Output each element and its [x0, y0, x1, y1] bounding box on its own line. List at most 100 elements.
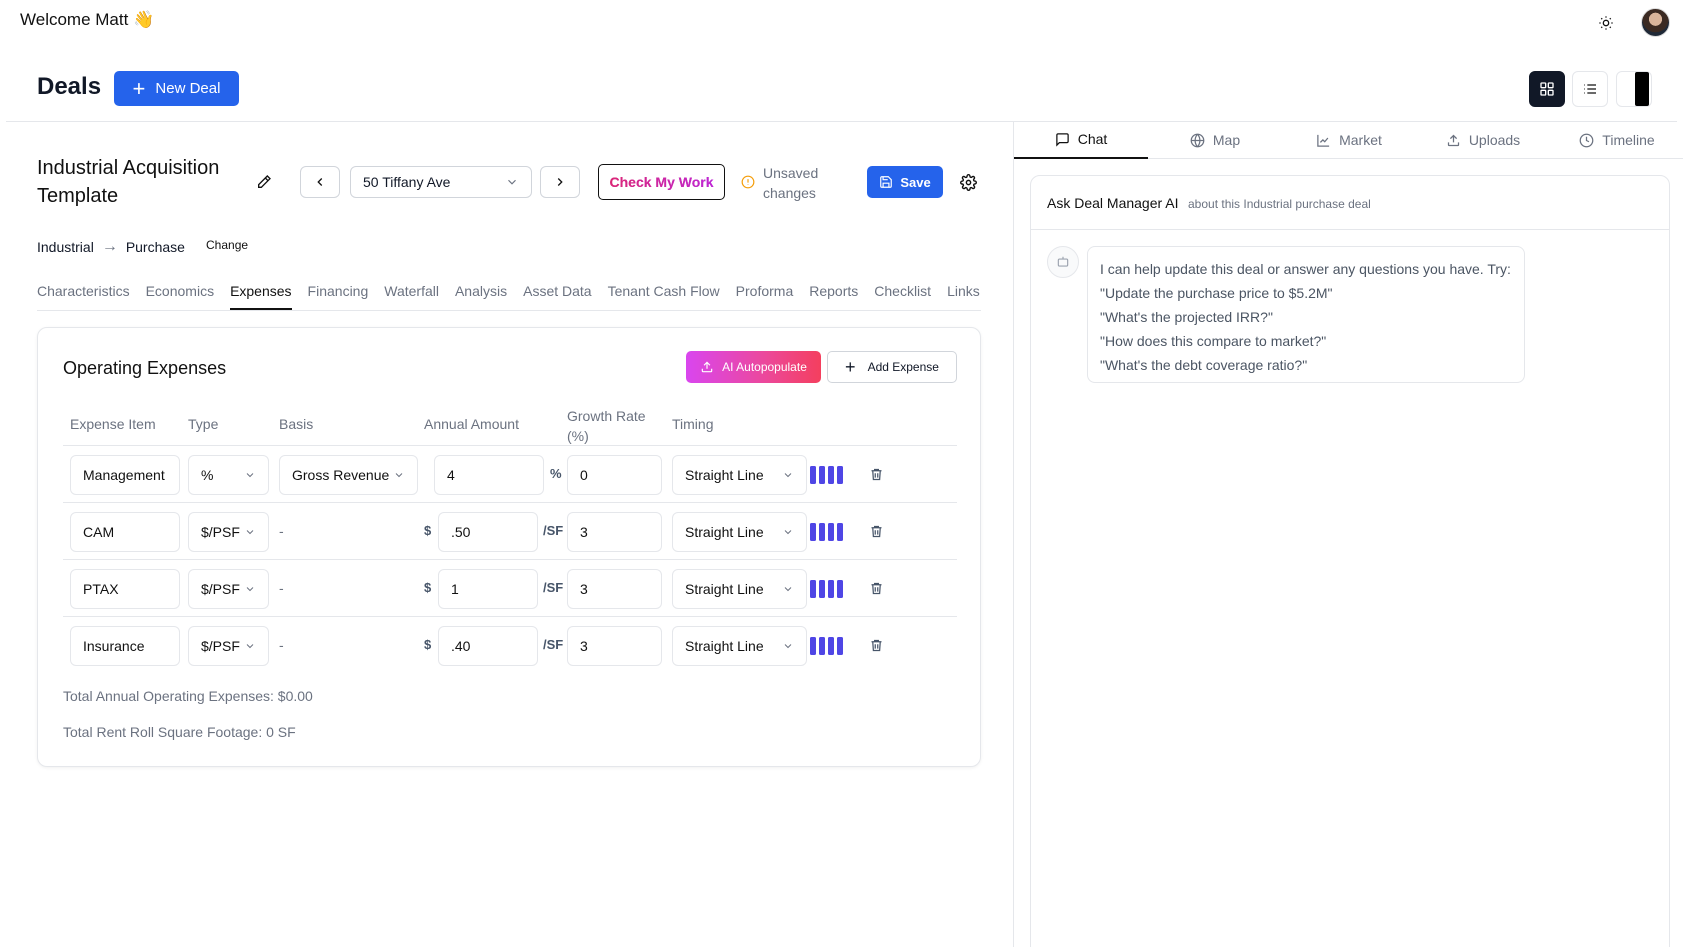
tab-financing[interactable]: Financing — [308, 283, 369, 310]
arrow-right-icon: → — [101, 238, 118, 255]
template-title: Industrial Acquisition Template — [37, 157, 220, 207]
growth-rate-input[interactable]: 0 — [567, 455, 662, 495]
suggestion-item[interactable]: "How does this compare to market?" — [1100, 329, 1512, 353]
prev-deal-button[interactable] — [300, 166, 340, 198]
assistant-intro: I can help update this deal or answer an… — [1100, 261, 1511, 277]
tab-analysis[interactable]: Analysis — [455, 283, 507, 310]
type-value: $/PSF — [201, 581, 240, 597]
avatar[interactable] — [1641, 8, 1670, 37]
suggestion-item[interactable]: "What's the debt coverage ratio?" — [1100, 353, 1512, 377]
floppy-icon — [880, 176, 893, 188]
chat-panel: Ask Deal Manager AI about this Industria… — [1030, 175, 1670, 947]
tab-tenant-cash-flow[interactable]: Tenant Cash Flow — [608, 283, 720, 310]
new-deal-button[interactable]: + New Deal — [114, 71, 239, 106]
type-select[interactable]: $/PSF — [188, 569, 269, 609]
globe-icon — [1190, 133, 1205, 147]
panel-view-button[interactable] — [1616, 71, 1652, 107]
upload-icon — [701, 361, 713, 373]
sun-icon[interactable] — [1595, 12, 1617, 34]
basis-select[interactable]: Gross Revenue — [279, 455, 418, 495]
trash-icon[interactable] — [866, 635, 886, 655]
timing-select[interactable]: Straight Line — [672, 626, 807, 666]
chevron-down-icon — [395, 473, 403, 478]
clock-icon — [1579, 133, 1594, 147]
chevron-down-icon — [246, 644, 254, 649]
amount-suffix: /SF — [543, 523, 564, 538]
timing-bars[interactable] — [810, 580, 843, 598]
chevron-down-icon — [784, 530, 792, 535]
timing-select[interactable]: Straight Line — [672, 569, 807, 609]
save-button[interactable]: Save — [867, 166, 943, 198]
next-deal-button[interactable] — [540, 166, 580, 198]
tab-market[interactable]: Market — [1282, 121, 1416, 159]
gear-icon[interactable] — [958, 172, 978, 192]
chevron-down-icon — [246, 587, 254, 592]
tab-economics[interactable]: Economics — [146, 283, 214, 310]
timing-select[interactable]: Straight Line — [672, 512, 807, 552]
column-header: Basis — [279, 416, 314, 432]
plus-icon: + — [845, 356, 856, 377]
grid-view-button[interactable] — [1529, 71, 1565, 107]
trash-icon[interactable] — [866, 521, 886, 541]
suggestion-item[interactable]: "Update the purchase price to $5.2M" — [1100, 281, 1512, 305]
amount-prefix: $ — [424, 523, 432, 538]
type-value: $/PSF — [201, 638, 240, 654]
growth-rate-input[interactable]: 3 — [567, 512, 662, 552]
suggestion-item[interactable]: "What's the projected IRR?" — [1100, 305, 1512, 329]
annual-amount-input[interactable]: .40 — [438, 626, 538, 666]
upload-icon — [1447, 134, 1459, 146]
expense-item-input[interactable]: Insurance — [70, 626, 180, 666]
expense-item-input[interactable]: Management — [70, 455, 180, 495]
annual-amount-input[interactable]: 4 — [434, 455, 544, 495]
timing-bars[interactable] — [810, 523, 843, 541]
tab-map[interactable]: Map — [1148, 121, 1282, 159]
tab-asset-data[interactable]: Asset Data — [523, 283, 591, 310]
check-my-work-button[interactable]: Check My Work — [598, 164, 725, 200]
list-icon — [1584, 84, 1596, 94]
expense-item-input[interactable]: CAM — [70, 512, 180, 552]
check-my-work-label: Check My Work — [609, 174, 714, 190]
expense-item-input[interactable]: PTAX — [70, 569, 180, 609]
timing-bars[interactable] — [810, 637, 843, 655]
tab-checklist[interactable]: Checklist — [874, 283, 931, 310]
growth-rate-input[interactable]: 3 — [567, 626, 662, 666]
unsaved-status: Unsaved changes — [763, 165, 819, 201]
tab-timeline[interactable]: Timeline — [1550, 121, 1683, 159]
add-expense-button[interactable]: + Add Expense — [827, 351, 957, 383]
timing-bars[interactable] — [810, 466, 843, 484]
trash-icon[interactable] — [866, 464, 886, 484]
tab-characteristics[interactable]: Characteristics — [37, 283, 130, 310]
chevron-down-icon — [246, 473, 254, 478]
tab-timeline-label: Timeline — [1602, 132, 1655, 148]
operating-expenses-card: Operating Expenses AI Autopopulate + Add… — [37, 327, 981, 767]
type-select[interactable]: $/PSF — [188, 512, 269, 552]
save-label: Save — [900, 174, 931, 190]
trash-icon[interactable] — [866, 578, 886, 598]
side-panel-tabs: Chat Map Market Uploads Timeline — [1014, 121, 1683, 159]
type-value: $/PSF — [201, 524, 240, 540]
timing-value: Straight Line — [685, 467, 764, 483]
list-view-button[interactable] — [1572, 71, 1608, 107]
timing-select[interactable]: Straight Line — [672, 455, 807, 495]
basis-value: - — [279, 580, 284, 596]
add-expense-label: Add Expense — [867, 360, 939, 374]
tab-waterfall[interactable]: Waterfall — [384, 283, 439, 310]
ai-autopopulate-button[interactable]: AI Autopopulate — [686, 351, 821, 383]
tab-reports[interactable]: Reports — [809, 283, 858, 310]
annual-amount-input[interactable]: .50 — [438, 512, 538, 552]
type-value: % — [201, 467, 214, 483]
change-type-link[interactable]: Change — [206, 238, 248, 252]
chevron-down-icon — [784, 473, 792, 478]
growth-rate-input[interactable]: 3 — [567, 569, 662, 609]
tab-chat[interactable]: Chat — [1014, 121, 1148, 159]
type-select[interactable]: $/PSF — [188, 626, 269, 666]
type-select[interactable]: % — [188, 455, 269, 495]
tab-links[interactable]: Links — [947, 283, 980, 310]
table-row: PTAX $/PSF - $ 1 /SF 3 Straight Line — [63, 560, 957, 617]
tab-proforma[interactable]: Proforma — [736, 283, 794, 310]
tab-uploads[interactable]: Uploads — [1416, 121, 1550, 159]
pencil-icon[interactable] — [254, 172, 274, 192]
tab-expenses[interactable]: Expenses — [230, 283, 292, 310]
property-select[interactable]: 50 Tiffany Ave — [350, 166, 532, 198]
annual-amount-input[interactable]: 1 — [438, 569, 538, 609]
